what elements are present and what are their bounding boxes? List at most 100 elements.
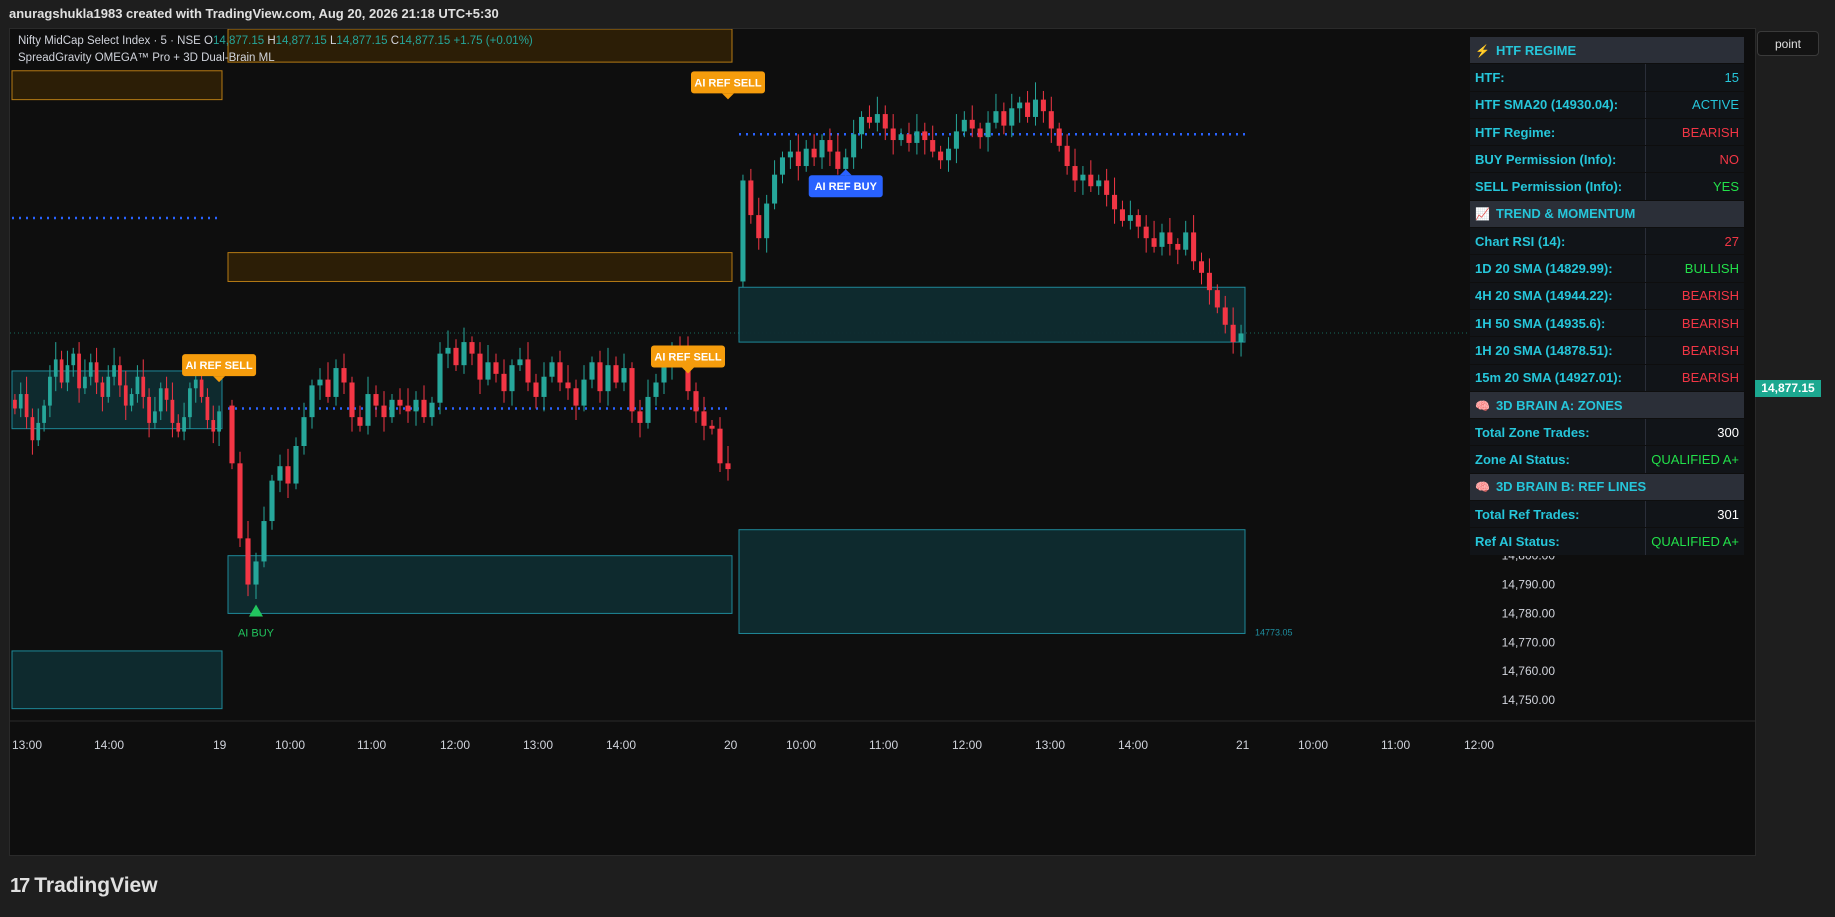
- candle-body: [217, 411, 221, 432]
- candle-body: [589, 362, 595, 380]
- chart-icon: 📈: [1475, 207, 1490, 222]
- candle-body: [969, 119, 975, 129]
- candle-body: [1017, 102, 1023, 109]
- candle-body: [509, 365, 515, 392]
- candle-body: [993, 111, 999, 123]
- candle-body: [317, 379, 323, 386]
- ai-ref-sell-label: AI REF SELL: [654, 352, 722, 364]
- candle-body: [1032, 99, 1039, 117]
- candle-body: [413, 399, 419, 412]
- candle-body: [18, 394, 23, 409]
- x-tick-label: 19: [213, 738, 227, 752]
- candle-body: [106, 376, 111, 397]
- table-row: HTF SMA20 (14930.04): ACTIVE: [1470, 91, 1744, 119]
- candle-body: [349, 382, 355, 418]
- x-tick-label: 21: [1236, 738, 1250, 752]
- row-value: YES: [1645, 172, 1744, 201]
- candle-body: [1072, 166, 1078, 181]
- candle-body: [1135, 215, 1141, 227]
- info-table: ⚡ HTF REGIME HTF: 15 HTF SMA20 (14930.04): AC…: [1470, 37, 1744, 556]
- candle-body: [269, 480, 275, 522]
- x-tick-label: 11:00: [1381, 738, 1410, 752]
- row-value: BEARISH: [1645, 282, 1744, 310]
- candle-body: [309, 385, 315, 418]
- candle-body: [573, 388, 579, 406]
- candle-body: [1230, 324, 1236, 343]
- candle-body: [1056, 128, 1062, 146]
- candle-body: [389, 399, 395, 418]
- table-row: Zone AI Status: QUALIFIED A+: [1470, 445, 1744, 474]
- candle-body: [205, 396, 210, 421]
- candle-body: [977, 128, 983, 138]
- candle-body: [803, 148, 809, 167]
- legend-symbol[interactable]: Nifty MidCap Select Index · 5 · NSE: [18, 35, 201, 47]
- candle-body: [277, 466, 283, 481]
- lightning-icon: ⚡: [1475, 43, 1490, 58]
- candle-body: [1064, 145, 1070, 167]
- row-value: 27: [1645, 227, 1744, 256]
- candle-body: [1096, 180, 1102, 187]
- candle-body: [65, 365, 70, 383]
- legend-high-label: H: [267, 35, 276, 47]
- candle-body: [637, 411, 643, 423]
- legend-indicator[interactable]: SpreadGravity OMEGA™ Pro + 3D Dual-Brain…: [18, 50, 533, 67]
- candle-body: [1112, 194, 1118, 210]
- tradingview-brand[interactable]: 17 TradingView: [10, 874, 158, 898]
- supply-zone: [11, 70, 223, 101]
- candle-body: [53, 359, 58, 377]
- candle-body: [1048, 111, 1054, 129]
- candle-body: [129, 394, 134, 406]
- x-tick-label: 12:00: [952, 738, 982, 752]
- candle-body: [597, 362, 603, 392]
- candle-body: [42, 405, 46, 423]
- x-tick-label: 13:00: [12, 738, 42, 752]
- row-value: BEARISH: [1645, 336, 1744, 365]
- candle-body: [709, 425, 715, 429]
- candle-body: [100, 382, 105, 397]
- ai-ref-buy-label: AI REF BUY: [815, 181, 878, 193]
- candle-body: [1127, 215, 1133, 221]
- x-tick-label: 12:00: [1464, 738, 1494, 752]
- candle-body: [188, 388, 192, 418]
- candle-body: [835, 151, 841, 169]
- candle-body: [341, 368, 347, 383]
- candle-body: [253, 561, 259, 585]
- candle-body: [123, 385, 128, 406]
- candle-body: [493, 362, 499, 374]
- candle-body: [1088, 174, 1094, 187]
- candle-body: [1198, 261, 1205, 273]
- legend-open-label: O: [204, 35, 213, 47]
- candle-body: [94, 362, 99, 383]
- brain-icon: 🧠: [1475, 480, 1490, 495]
- tradingview-logo-icon: 17: [10, 874, 30, 897]
- row-value: BEARISH: [1645, 309, 1744, 338]
- x-tick-label: 11:00: [357, 738, 386, 752]
- scale-mode-button[interactable]: point: [1757, 31, 1819, 56]
- ai-ref-sell-label: AI REF SELL: [694, 77, 762, 89]
- row-label: HTF Regime:: [1470, 118, 1646, 147]
- candle-body: [381, 405, 387, 418]
- row-value: 300: [1645, 418, 1744, 447]
- y-tick-label: 14,790.00: [1502, 578, 1556, 592]
- candle-body: [985, 122, 991, 138]
- candle-body: [147, 396, 151, 423]
- candle-body: [914, 131, 920, 143]
- candle-body: [48, 376, 52, 406]
- section-brain-b: 🧠 3D BRAIN B: REF LINES: [1470, 473, 1744, 502]
- x-tick-label: 11:00: [869, 738, 898, 752]
- row-value: BEARISH: [1645, 364, 1744, 392]
- candle-body: [176, 422, 181, 432]
- legend-low-value: 14,877.15: [336, 35, 388, 47]
- table-row: 4H 20 SMA (14944.22): BEARISH: [1470, 282, 1744, 310]
- candle-body: [199, 379, 204, 397]
- candle-body: [541, 376, 547, 397]
- candle-body: [141, 376, 146, 397]
- candle-body: [1151, 238, 1157, 247]
- candle-body: [1040, 99, 1046, 112]
- table-row: 1H 50 SMA (14935.6): BEARISH: [1470, 309, 1744, 338]
- candle-body: [629, 368, 635, 412]
- candle-body: [661, 365, 667, 383]
- candle-body: [1214, 290, 1220, 308]
- candle-body: [333, 368, 339, 397]
- candle-body: [1080, 174, 1086, 181]
